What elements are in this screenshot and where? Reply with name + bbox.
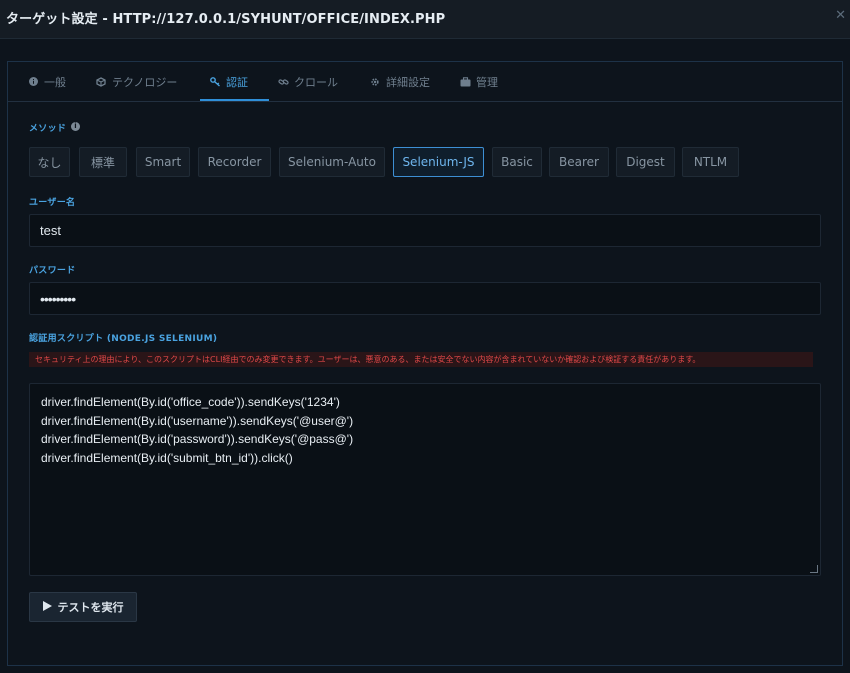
method-option-bearer[interactable]: Bearer <box>549 147 609 177</box>
tab-technology[interactable]: テクノロジー <box>96 63 177 101</box>
gear-icon <box>370 77 380 87</box>
run-test-button[interactable]: テストを実行 <box>29 592 137 622</box>
script-line: driver.findElement(By.id('password')).se… <box>41 432 354 446</box>
method-label: メソッド <box>29 124 67 134</box>
cube-icon <box>96 77 106 87</box>
close-icon[interactable]: ✕ <box>835 8 846 23</box>
key-icon <box>210 77 220 87</box>
tab-advanced[interactable]: 詳細設定 <box>370 63 430 101</box>
info-icon <box>28 77 38 87</box>
link-icon <box>278 77 289 87</box>
active-tab-indicator <box>200 99 269 101</box>
tab-label: 認証 <box>226 76 248 89</box>
tab-label: 管理 <box>476 76 498 89</box>
script-label: 認証用スクリプト (NODE.JS SELENIUM) <box>29 334 218 344</box>
method-option-digest[interactable]: Digest <box>616 147 675 177</box>
window-titlebar: ターゲット設定 - HTTP://127.0.0.1/SYHUNT/OFFICE… <box>0 0 850 39</box>
tab-authentication[interactable]: 認証 <box>210 63 248 101</box>
security-warning: セキュリティ上の理由により、このスクリプトはCLI経由でのみ変更できます。ユーザ… <box>29 352 813 367</box>
tab-general[interactable]: 一般 <box>28 63 66 101</box>
briefcase-icon <box>460 77 471 87</box>
info-icon[interactable]: i <box>71 122 80 131</box>
window-title: ターゲット設定 - HTTP://127.0.0.1/SYHUNT/OFFICE… <box>6 12 446 27</box>
tab-label: 一般 <box>44 76 66 89</box>
method-option-standard[interactable]: 標準 <box>79 147 127 177</box>
script-line: driver.findElement(By.id('office_code'))… <box>41 395 340 409</box>
method-option-selenium-js[interactable]: Selenium-JS <box>393 147 484 177</box>
method-option-ntlm[interactable]: NTLM <box>682 147 739 177</box>
method-option-recorder[interactable]: Recorder <box>198 147 271 177</box>
run-test-label: テストを実行 <box>57 601 124 614</box>
tab-crawl[interactable]: クロール <box>278 63 338 101</box>
password-label: パスワード <box>29 266 76 276</box>
username-label: ユーザー名 <box>29 198 76 208</box>
tab-label: クロール <box>294 76 338 89</box>
play-icon <box>42 600 52 614</box>
tab-label: テクノロジー <box>112 76 178 89</box>
method-option-none[interactable]: なし <box>29 147 70 177</box>
script-line: driver.findElement(By.id('submit_btn_id'… <box>41 450 293 465</box>
tab-bar: 一般 テクノロジー 認証 クロール 詳細設定 管理 <box>8 63 842 102</box>
script-line: driver.findElement(By.id('username')).se… <box>41 413 354 428</box>
method-option-smart[interactable]: Smart <box>136 147 190 177</box>
script-editor[interactable]: driver.findElement(By.id('office_code'))… <box>29 383 821 576</box>
resize-handle-icon[interactable] <box>810 565 818 573</box>
tab-label: 詳細設定 <box>386 76 430 89</box>
username-input[interactable]: test <box>29 214 821 247</box>
method-option-selenium-auto[interactable]: Selenium-Auto <box>279 147 385 177</box>
method-option-basic[interactable]: Basic <box>492 147 542 177</box>
tab-management[interactable]: 管理 <box>460 63 498 101</box>
password-input[interactable]: ••••••••• <box>29 282 821 315</box>
